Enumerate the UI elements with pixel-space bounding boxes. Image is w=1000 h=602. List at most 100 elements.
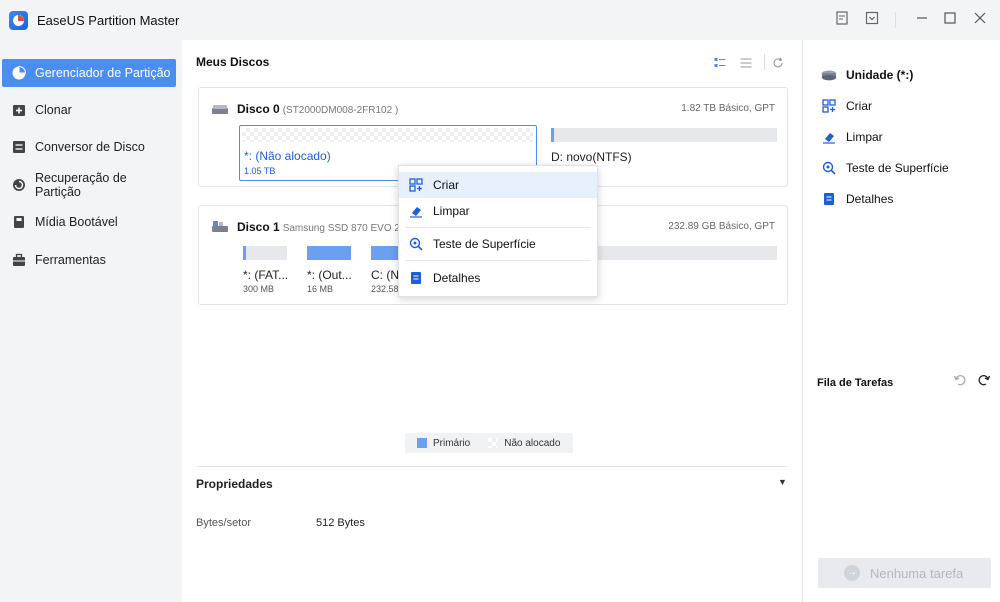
property-key: Bytes/setor [196,517,252,529]
action-label: Criar [846,99,872,113]
sidebar-item-label: Mídia Bootável [35,215,118,229]
app-logo-icon [9,11,28,30]
sidebar-item-partition-recovery[interactable]: Recuperação de Partição [2,171,176,199]
arrow-right-icon: → [844,565,860,581]
action-details[interactable]: Detalhes [821,191,893,207]
sidebar-item-label: Conversor de Disco [35,140,145,154]
sidebar-item-partition-manager[interactable]: Gerenciador de Partição [2,59,176,87]
eraser-icon [821,129,837,145]
legend-swatch-primary [417,438,427,448]
create-partition-icon [821,98,837,114]
redo-icon[interactable] [977,373,991,390]
maximize-icon[interactable] [940,10,960,30]
action-wipe[interactable]: Limpar [821,129,883,145]
context-menu-item-details[interactable]: Detalhes [399,265,597,291]
disk-info: 232.89 GB Básico, GPT [668,221,775,232]
create-partition-icon [408,177,424,193]
partition-label: *: (Out... [307,268,352,282]
action-create[interactable]: Criar [821,98,872,114]
disk-model: Samsung SSD 870 EVO 2500 [282,223,417,234]
ssd-icon [211,220,229,232]
pie-chart-icon [10,64,28,82]
partition-fat[interactable]: *: (FAT... 300 MB [239,246,293,296]
sidebar-item-label: Recuperação de Partição [35,171,127,199]
partition-other[interactable]: *: (Out... 16 MB [303,246,357,296]
page-title: Meus Discos [196,55,270,69]
no-task-button[interactable]: → Nenhuma tarefa [818,558,991,588]
action-label: Teste de Superfície [846,161,949,175]
minimize-icon[interactable] [912,10,932,30]
legend-swatch-unallocated [488,438,499,448]
context-menu-label: Teste de Superfície [433,237,536,251]
context-menu-item-create[interactable]: Criar [399,172,597,198]
partition-label: D: novo(NTFS) [551,150,632,164]
clone-icon [10,101,28,119]
toolbar-separator [764,54,765,70]
context-menu-separator [405,260,591,261]
recovery-icon [10,176,28,194]
main-content: Meus Discos Disco 0 (ST2000DM008-2FR102 )… [182,40,802,602]
sidebar-item-bootable-media[interactable]: Mídia Bootável [2,208,176,236]
eraser-icon [408,203,424,219]
app-title: EaseUS Partition Master [37,13,180,28]
dropdown-menu-icon[interactable] [862,10,882,30]
undo-icon[interactable] [953,373,967,390]
partition-bar [242,128,533,142]
action-surface-test[interactable]: Teste de Superfície [821,160,949,176]
list-view-icon[interactable] [740,57,754,69]
partition-size: 232.58 [371,284,399,294]
section-divider [196,466,788,467]
context-menu: Criar Limpar Teste de Superfície Detalhe… [398,165,598,297]
sidebar-item-disk-converter[interactable]: Conversor de Disco [2,133,176,161]
action-label: Detalhes [846,192,894,206]
selected-drive-header: Unidade (*:) [821,67,913,83]
context-menu-label: Criar [433,178,459,192]
partition-bar [243,246,287,260]
task-queue-title: Fila de Tarefas [817,377,894,389]
surface-test-icon [821,160,837,176]
partition-size: 1.05 TB [244,166,276,176]
context-menu-item-surface-test[interactable]: Teste de Superfície [399,231,597,257]
sidebar-item-label: Ferramentas [35,253,106,267]
partition-size: 300 MB [243,284,275,294]
right-panel: Unidade (*:) Criar Limpar Teste de Super… [802,40,1000,602]
details-icon [408,270,424,286]
toolbox-icon [10,251,28,269]
titlebar-separator [895,12,896,28]
selected-drive-label: Unidade (*:) [846,68,914,82]
context-menu-label: Limpar [433,204,470,218]
context-menu-separator [405,227,591,228]
context-menu-item-wipe[interactable]: Limpar [399,198,597,224]
disk-convert-icon [10,138,28,156]
surface-test-icon [408,236,424,252]
legend-label-primary: Primário [433,437,471,449]
title-bar: EaseUS Partition Master [0,0,1000,40]
bootable-media-icon [10,213,28,231]
sidebar: Gerenciador de Partição Clonar Conversor… [0,40,182,602]
partition-bar [551,128,777,142]
hdd-icon [211,104,229,116]
refresh-icon[interactable] [772,57,786,69]
grid-view-icon[interactable] [714,57,728,69]
context-menu-label: Detalhes [433,271,481,285]
sidebar-item-label: Gerenciador de Partição [35,66,171,80]
disk-name: Disco 1 Samsung SSD 870 EVO 2500 [237,220,417,234]
no-task-label: Nenhuma tarefa [870,565,964,581]
feedback-icon[interactable] [832,10,852,30]
sidebar-item-clone[interactable]: Clonar [2,96,176,124]
sidebar-item-tools[interactable]: Ferramentas [2,246,176,274]
details-icon [821,191,837,207]
property-value: 512 Bytes [316,517,365,529]
properties-title: Propriedades [196,477,273,491]
drive-icon [821,67,837,83]
close-icon[interactable] [970,10,990,30]
action-label: Limpar [846,130,883,144]
partition-size: 16 MB [307,284,334,294]
collapse-caret-icon[interactable]: ▼ [778,477,787,487]
partition-label: *: (FAT... [243,268,289,282]
legend-label-unallocated: Não alocado [504,437,561,449]
disk-name: Disco 0 (ST2000DM008-2FR102 ) [237,102,399,116]
sidebar-item-label: Clonar [35,103,72,117]
partition-legend: Primário Não alocado [405,433,573,453]
partition-label: C: (N [371,268,399,282]
